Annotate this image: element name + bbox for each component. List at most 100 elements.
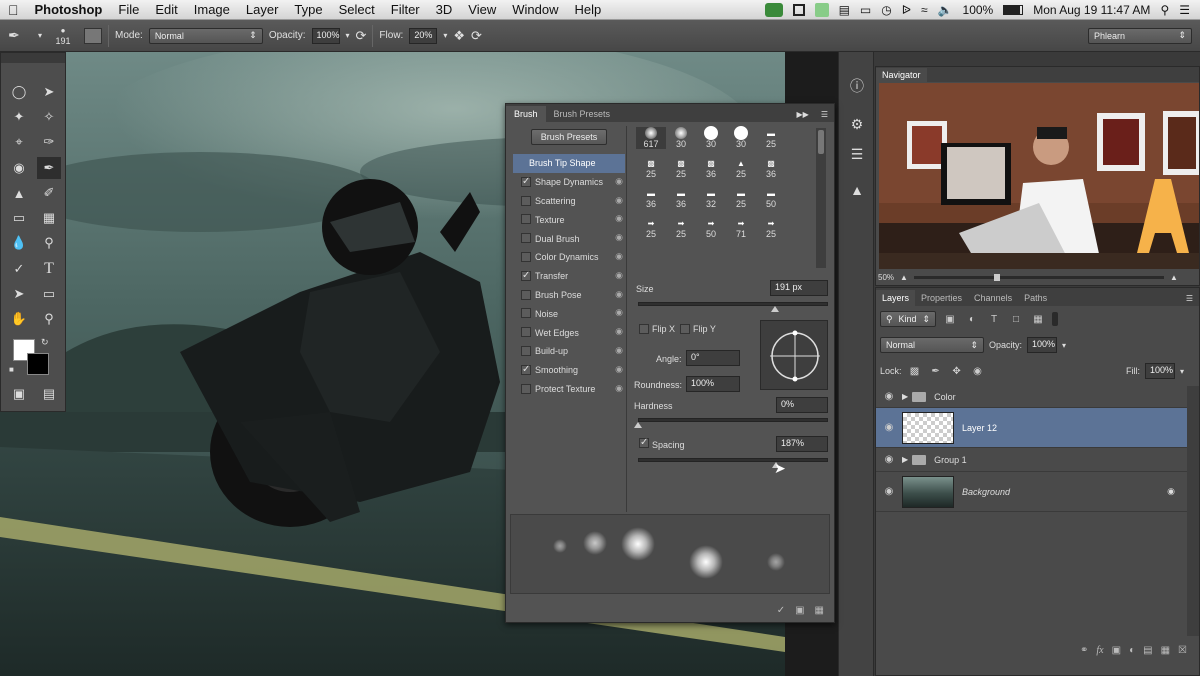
- battery-icon[interactable]: [1003, 4, 1024, 15]
- option-wet-edges[interactable]: Wet Edges ◉: [513, 323, 625, 342]
- option-brush-tip-shape[interactable]: Brush Tip Shape: [513, 154, 625, 173]
- fill-field[interactable]: 100%: [1144, 363, 1175, 379]
- tab-navigator[interactable]: Navigator: [876, 68, 927, 82]
- navigator-preview[interactable]: [879, 83, 1199, 269]
- quick-mask-icon[interactable]: ▣: [7, 383, 31, 405]
- option-texture[interactable]: Texture ◉: [513, 210, 625, 229]
- layer-row-group-1[interactable]: ◉ ▶ Group 1: [876, 448, 1187, 472]
- opacity-arrow-icon[interactable]: ▾: [346, 31, 350, 40]
- menu-help[interactable]: Help: [566, 2, 609, 17]
- lock-icon[interactable]: ◉: [615, 232, 623, 243]
- lock-icon[interactable]: ◉: [615, 195, 623, 206]
- checkbox[interactable]: [521, 289, 531, 300]
- hardness-slider[interactable]: [638, 418, 828, 422]
- flow-arrow-icon[interactable]: ▾: [443, 31, 447, 40]
- filter-kind-dropdown[interactable]: ⚲ Kind ⇕: [880, 311, 936, 327]
- display-icon[interactable]: ▤: [839, 3, 850, 17]
- brush-panel-toggle-icon[interactable]: [84, 27, 103, 44]
- brush-tip[interactable]: ➡ 25: [756, 217, 786, 240]
- checkbox[interactable]: [521, 345, 531, 356]
- visibility-eye-icon[interactable]: ◉: [876, 454, 902, 465]
- checkbox[interactable]: [521, 308, 531, 319]
- scroll-thumb[interactable]: [818, 130, 824, 154]
- hand-tool-icon[interactable]: ✋: [7, 308, 31, 330]
- lock-icon[interactable]: ◉: [615, 364, 623, 375]
- option-build-up[interactable]: Build-up ◉: [513, 342, 625, 361]
- option-protect-texture[interactable]: Protect Texture ◉: [513, 380, 625, 399]
- checkbox-checked[interactable]: ✓: [521, 270, 531, 281]
- path-selection-icon[interactable]: ➤: [7, 283, 31, 305]
- brush-tip[interactable]: ▲ 25: [726, 157, 756, 180]
- blend-mode-dropdown[interactable]: Normal ⇕: [880, 337, 984, 353]
- menu-view[interactable]: View: [460, 2, 504, 17]
- checkbox-checked[interactable]: ✓: [521, 364, 531, 375]
- type-tool-icon[interactable]: T: [37, 258, 61, 280]
- time-machine-icon[interactable]: ◷: [881, 3, 891, 17]
- brush-tip[interactable]: ➡ 25: [636, 217, 666, 240]
- checkbox[interactable]: [521, 233, 531, 244]
- dodge-tool-icon[interactable]: ⚲: [37, 232, 61, 254]
- zoom-tool-icon[interactable]: ⚲: [37, 308, 61, 330]
- new-brush-icon[interactable]: ▦: [815, 605, 824, 616]
- menu-type[interactable]: Type: [286, 2, 330, 17]
- zoom-slider[interactable]: [913, 274, 1164, 281]
- menu-filter[interactable]: Filter: [383, 2, 428, 17]
- lock-icon[interactable]: ◉: [615, 326, 623, 337]
- spacing-slider[interactable]: [638, 458, 828, 462]
- layer-row-background[interactable]: ◉ Background ◉: [876, 472, 1187, 512]
- zoom-out-icon[interactable]: ▲: [900, 273, 908, 282]
- magic-wand-icon[interactable]: ✧: [37, 106, 61, 128]
- brush-tip[interactable]: ▩ 36: [696, 157, 726, 180]
- lock-transparent-icon[interactable]: ▩: [907, 364, 923, 378]
- battery-status-icon[interactable]: [814, 2, 829, 17]
- move-tool-icon[interactable]: ➤: [37, 81, 61, 103]
- filter-toggle[interactable]: [1052, 312, 1058, 326]
- menu-file[interactable]: File: [110, 2, 147, 17]
- menu-image[interactable]: Image: [186, 2, 238, 17]
- tool-preset-arrow-icon[interactable]: ▾: [38, 31, 42, 40]
- notification-icon[interactable]: ☰: [1179, 3, 1190, 17]
- opacity-field[interactable]: 100%: [311, 27, 340, 44]
- option-dual-brush[interactable]: Dual Brush ◉: [513, 229, 625, 248]
- brush-tool-active-icon[interactable]: ✒: [37, 157, 61, 179]
- mode-dropdown[interactable]: Normal ⇕: [148, 27, 263, 44]
- brush-tip[interactable]: 30: [726, 126, 756, 149]
- checkbox[interactable]: [521, 195, 531, 206]
- spacing-checkbox[interactable]: ✓: [639, 438, 649, 448]
- tab-properties[interactable]: Properties: [915, 290, 968, 306]
- brush-tip[interactable]: ➡ 50: [696, 217, 726, 240]
- expand-arrow-icon[interactable]: ▶: [902, 455, 908, 464]
- tab-channels[interactable]: Channels: [968, 290, 1018, 306]
- option-noise[interactable]: Noise ◉: [513, 304, 625, 323]
- battery-text[interactable]: 100%: [963, 3, 994, 17]
- clone-stamp-icon[interactable]: ▲: [7, 182, 31, 204]
- lock-icon[interactable]: ◉: [615, 383, 623, 394]
- option-color-dynamics[interactable]: Color Dynamics ◉: [513, 248, 625, 267]
- filter-pixel-icon[interactable]: ▣: [942, 312, 958, 326]
- link-layers-icon[interactable]: ⚭: [1080, 645, 1088, 656]
- angle-roundness-widget[interactable]: [760, 320, 828, 390]
- background-color-swatch[interactable]: [27, 353, 49, 375]
- pressure-size-icon[interactable]: ⟳: [471, 28, 482, 44]
- size-slider-thumb[interactable]: [771, 306, 779, 312]
- lock-position-icon[interactable]: ✥: [949, 364, 965, 378]
- fill-arrow-icon[interactable]: ▾: [1180, 367, 1184, 376]
- new-group-icon[interactable]: ▤: [1143, 645, 1152, 656]
- panel-menu-icon[interactable]: ☰: [815, 107, 834, 122]
- airbrush-icon[interactable]: ❖: [453, 28, 465, 44]
- eyedropper-icon[interactable]: ✑: [37, 131, 61, 153]
- checkbox[interactable]: [521, 251, 531, 262]
- menu-3d[interactable]: 3D: [428, 2, 461, 17]
- brush-tip[interactable]: ➡ 25: [666, 217, 696, 240]
- option-smoothing[interactable]: ✓ Smoothing ◉: [513, 361, 625, 380]
- default-colors-icon[interactable]: ■: [9, 365, 14, 374]
- tip-grid-scrollbar[interactable]: [816, 128, 826, 268]
- layer-row-layer-12[interactable]: ◉ Layer 12: [876, 408, 1187, 448]
- bluetooth-icon[interactable]: ᐉ: [902, 3, 911, 17]
- brush-tip[interactable]: 30: [696, 126, 726, 149]
- volume-icon[interactable]: 🔈: [938, 3, 953, 17]
- status-app-icon[interactable]: [764, 2, 783, 17]
- option-transfer[interactable]: ✓ Transfer ◉: [513, 267, 625, 286]
- checkbox[interactable]: [521, 214, 531, 225]
- tab-layers[interactable]: Layers: [876, 290, 916, 306]
